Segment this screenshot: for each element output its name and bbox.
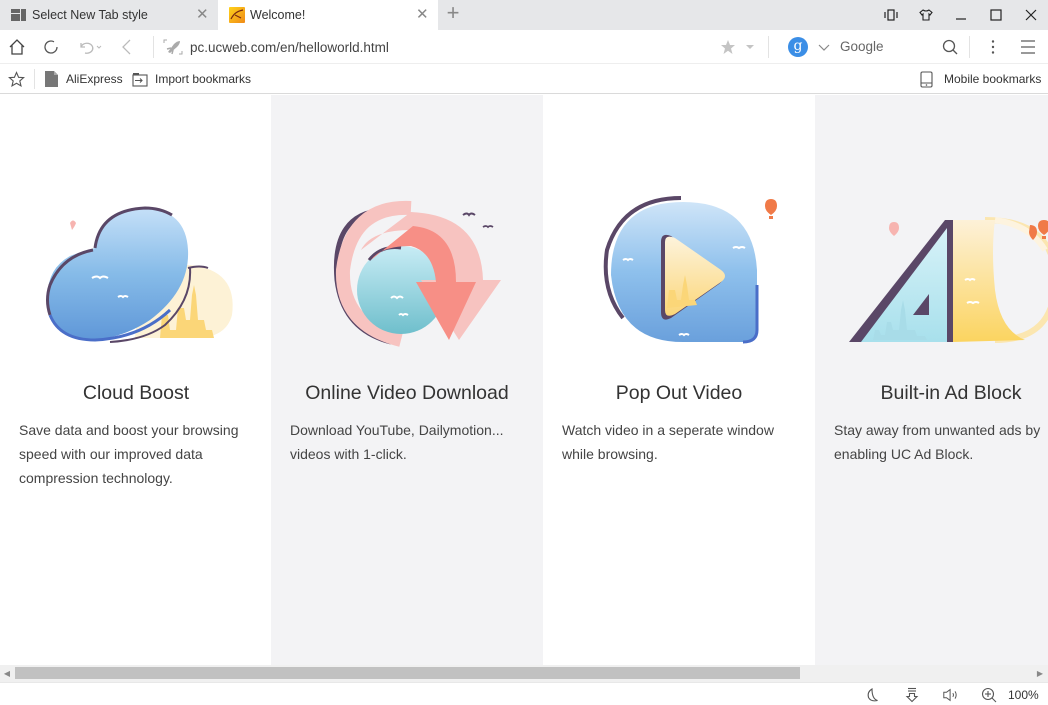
url-text[interactable]: pc.ucweb.com/en/helloworld.html: [190, 40, 389, 55]
uc-favicon-icon: [229, 7, 245, 23]
search-input[interactable]: Google: [840, 39, 884, 54]
page-icon: [45, 71, 58, 87]
scroll-left-arrow[interactable]: ◀: [2, 668, 12, 679]
welcome-page-content: Cloud Boost Save data and boost your bro…: [0, 95, 1048, 665]
tab-title: Select New Tab style: [32, 8, 148, 22]
chevron-down-icon[interactable]: [812, 35, 836, 59]
mobile-icon: [920, 70, 933, 88]
bookmark-label: Import bookmarks: [155, 72, 252, 86]
horizontal-scrollbar[interactable]: ◀ ▶: [0, 665, 1048, 682]
search-icon[interactable]: [938, 35, 962, 59]
zoom-level[interactable]: 100%: [1008, 688, 1039, 702]
night-mode-icon[interactable]: [864, 686, 882, 704]
grid-layout-icon: [11, 7, 27, 23]
zoom-in-icon[interactable]: [980, 686, 998, 704]
undo-icon[interactable]: [76, 35, 106, 59]
feature-card-video-download: Online Video Download Download YouTube, …: [271, 95, 543, 665]
rocket-icon: [162, 38, 184, 56]
divider: [34, 69, 35, 89]
title-bar: Select New Tab style ✕ Welcome! ✕ +: [0, 0, 1048, 30]
tab-welcome[interactable]: Welcome! ✕: [218, 0, 438, 30]
minimize-icon[interactable]: [944, 0, 978, 30]
feature-card-cloud-boost: Cloud Boost Save data and boost your bro…: [0, 95, 272, 665]
home-icon[interactable]: [5, 35, 29, 59]
scrollbar-thumb[interactable]: [15, 667, 800, 679]
status-bar: 100%: [0, 682, 1048, 705]
reload-icon[interactable]: [39, 35, 63, 59]
skin-icon[interactable]: [909, 0, 943, 30]
feature-title: Online Video Download: [305, 382, 509, 404]
ad-block-icon: [815, 190, 1048, 360]
bookmark-aliexpress[interactable]: AliExpress: [45, 71, 123, 87]
play-bubble-icon: [543, 190, 815, 360]
mobile-bookmarks[interactable]: Mobile bookmarks: [920, 70, 1042, 88]
bookmark-import[interactable]: Import bookmarks: [132, 71, 251, 87]
mobile-bookmarks-label: Mobile bookmarks: [944, 72, 1042, 86]
bookmark-dropdown-icon[interactable]: [738, 35, 762, 59]
address-bar[interactable]: pc.ucweb.com/en/helloworld.html: [153, 36, 763, 58]
reader-mode-icon[interactable]: [874, 0, 908, 30]
import-icon: [132, 72, 148, 87]
new-tab-button[interactable]: +: [443, 2, 463, 24]
divider: [768, 36, 769, 58]
bookmark-label: AliExpress: [66, 72, 123, 86]
menu-icon[interactable]: [1016, 35, 1040, 59]
feature-title: Pop Out Video: [615, 382, 743, 404]
feature-card-ad-block: Built-in Ad Block Stay away from unwante…: [815, 95, 1048, 665]
scroll-right-arrow[interactable]: ▶: [1035, 668, 1045, 679]
search-engine-logo[interactable]: g: [788, 37, 808, 57]
close-tab-icon[interactable]: ✕: [416, 7, 429, 22]
more-vertical-icon[interactable]: [981, 35, 1005, 59]
tab-select-new-tab-style[interactable]: Select New Tab style ✕: [0, 0, 218, 30]
tab-title: Welcome!: [250, 8, 306, 22]
feature-card-pop-out-video: Pop Out Video Watch video in a seperate …: [543, 95, 815, 665]
close-tab-icon[interactable]: ✕: [196, 7, 209, 22]
feature-description: Stay away from unwanted ads by enabling …: [834, 422, 1041, 462]
feature-description: Save data and boost your browsing speed …: [19, 422, 239, 486]
feature-description: Watch video in a seperate window while b…: [562, 422, 774, 462]
maximize-icon[interactable]: [979, 0, 1013, 30]
download-icon[interactable]: [903, 686, 921, 704]
bookmark-star-icon[interactable]: [8, 70, 25, 87]
star-icon[interactable]: [716, 35, 740, 59]
divider: [969, 36, 970, 58]
back-icon[interactable]: [115, 35, 139, 59]
feature-title: Cloud Boost: [82, 382, 190, 404]
feature-title: Built-in Ad Block: [880, 382, 1022, 404]
bookmarks-bar: AliExpress Import bookmarks Mobile bookm…: [0, 64, 1048, 94]
feature-description: Download YouTube, Dailymotion... videos …: [290, 422, 504, 462]
cloud-icon: [0, 190, 272, 360]
download-arrow-icon: [271, 190, 543, 360]
volume-icon[interactable]: [942, 686, 960, 704]
close-icon[interactable]: [1014, 0, 1048, 30]
navigation-toolbar: pc.ucweb.com/en/helloworld.html g Google: [0, 30, 1048, 64]
